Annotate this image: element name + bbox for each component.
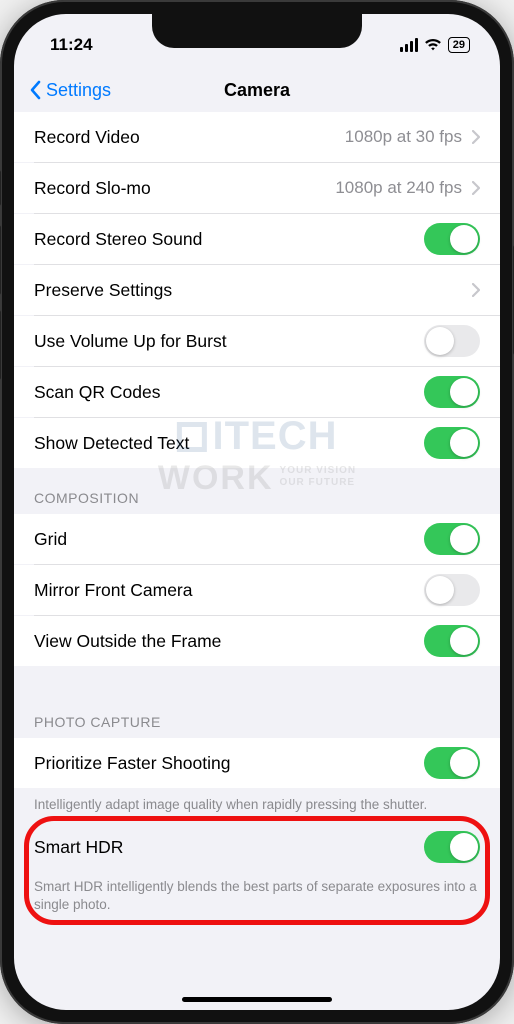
- wifi-icon: [424, 38, 442, 52]
- smart-hdr-toggle[interactable]: [424, 831, 480, 863]
- scan-qr-toggle[interactable]: [424, 376, 480, 408]
- home-indicator[interactable]: [182, 997, 332, 1002]
- footer-prioritize: Intelligently adapt image quality when r…: [14, 788, 500, 814]
- mute-switch: [0, 170, 1, 206]
- back-button[interactable]: Settings: [30, 80, 111, 101]
- settings-list[interactable]: Record Video 1080p at 30 fps Record Slo-…: [14, 112, 500, 1010]
- row-label: View Outside the Frame: [34, 631, 414, 652]
- row-volume-burst: Use Volume Up for Burst: [14, 316, 500, 366]
- back-label: Settings: [46, 80, 111, 101]
- row-label: Record Stereo Sound: [34, 229, 414, 250]
- notch: [152, 14, 362, 48]
- nav-bar: Settings Camera: [14, 68, 500, 112]
- chevron-left-icon: [30, 80, 42, 100]
- cellular-icon: [400, 38, 418, 52]
- row-label: Scan QR Codes: [34, 382, 414, 403]
- row-detected-text: Show Detected Text: [14, 418, 500, 468]
- row-label: Preserve Settings: [34, 280, 462, 301]
- row-label: Grid: [34, 529, 414, 550]
- detected-text-toggle[interactable]: [424, 427, 480, 459]
- volume-up-button: [0, 225, 1, 295]
- row-label: Record Video: [34, 127, 335, 148]
- section-photo-capture: PHOTO CAPTURE: [14, 692, 500, 738]
- highlight-smart-hdr: Smart HDR Smart HDR intelligently blends…: [26, 822, 488, 918]
- battery-icon: 29: [448, 37, 470, 53]
- device-frame: ITECH WORK YOUR VISIONOUR FUTURE 11:24 2…: [0, 0, 514, 1024]
- row-prioritize-faster: Prioritize Faster Shooting: [14, 738, 500, 788]
- chevron-right-icon: [472, 181, 480, 195]
- row-label: Smart HDR: [34, 837, 414, 858]
- row-label: Use Volume Up for Burst: [34, 331, 414, 352]
- row-label: Show Detected Text: [34, 433, 414, 454]
- row-mirror-front: Mirror Front Camera: [14, 565, 500, 615]
- section-composition: COMPOSITION: [14, 468, 500, 514]
- row-scan-qr: Scan QR Codes: [14, 367, 500, 417]
- chevron-right-icon: [472, 130, 480, 144]
- prioritize-toggle[interactable]: [424, 747, 480, 779]
- page-title: Camera: [224, 80, 290, 101]
- row-preserve-settings[interactable]: Preserve Settings: [14, 265, 500, 315]
- row-label: Record Slo-mo: [34, 178, 325, 199]
- row-smart-hdr: Smart HDR: [26, 822, 488, 872]
- row-record-video[interactable]: Record Video 1080p at 30 fps: [14, 112, 500, 162]
- mirror-toggle[interactable]: [424, 574, 480, 606]
- row-stereo-sound: Record Stereo Sound: [14, 214, 500, 264]
- footer-smart-hdr: Smart HDR intelligently blends the best …: [26, 872, 488, 918]
- outside-frame-toggle[interactable]: [424, 625, 480, 657]
- stereo-toggle[interactable]: [424, 223, 480, 255]
- row-record-slomo[interactable]: Record Slo-mo 1080p at 240 fps: [14, 163, 500, 213]
- row-label: Mirror Front Camera: [34, 580, 414, 601]
- grid-toggle[interactable]: [424, 523, 480, 555]
- status-time: 11:24: [50, 35, 93, 55]
- row-value: 1080p at 240 fps: [335, 178, 462, 198]
- volume-down-button: [0, 310, 1, 380]
- chevron-right-icon: [472, 283, 480, 297]
- row-outside-frame: View Outside the Frame: [14, 616, 500, 666]
- row-grid: Grid: [14, 514, 500, 564]
- row-value: 1080p at 30 fps: [345, 127, 462, 147]
- screen: ITECH WORK YOUR VISIONOUR FUTURE 11:24 2…: [14, 14, 500, 1010]
- row-label: Prioritize Faster Shooting: [34, 753, 414, 774]
- volume-burst-toggle[interactable]: [424, 325, 480, 357]
